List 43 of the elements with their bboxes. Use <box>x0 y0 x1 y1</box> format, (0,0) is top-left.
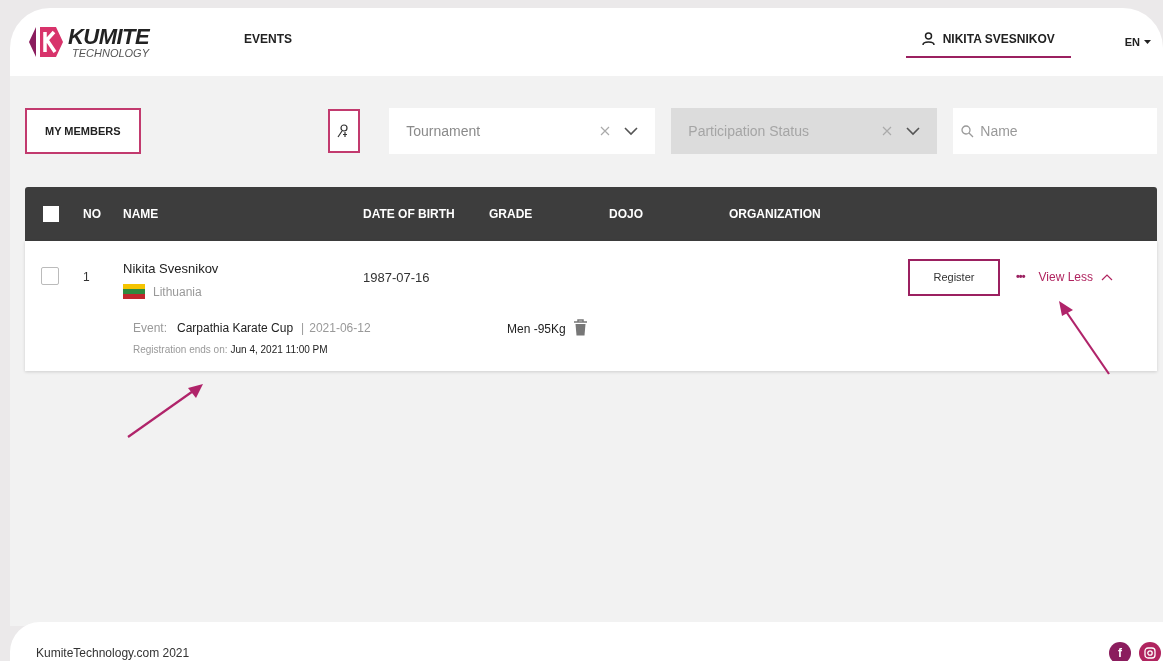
view-less-toggle[interactable]: View Less <box>1038 268 1113 286</box>
logo-subtitle: TECHNOLOGY <box>72 47 150 59</box>
category-label: Men -95Kg <box>507 320 566 338</box>
column-header: GRADE <box>489 206 534 223</box>
column-header: DATE OF BIRTH <box>363 206 456 223</box>
event-name: Carpathia Karate Cup <box>177 319 294 337</box>
copyright-text: KumiteTechnology.com 2021 <box>36 645 190 661</box>
deadline-date: Jun 4, 2021 11:00 PM <box>230 342 328 357</box>
event-label: Event: <box>133 319 168 337</box>
trash-icon[interactable] <box>573 318 587 336</box>
separator: | <box>301 319 305 337</box>
column-header: NAME <box>123 206 160 223</box>
table-cell-text: 1987-07-16 <box>363 269 431 287</box>
column-header: DOJO <box>609 206 644 223</box>
column-header: ORGANIZATION <box>729 206 822 223</box>
select-field[interactable]: Tournament <box>389 108 656 154</box>
my-members-tab[interactable]: MY MEMBERS <box>25 108 141 154</box>
column-header: NO <box>83 206 102 223</box>
search-icon <box>961 124 975 138</box>
deadline-label: Registration ends on: <box>133 342 228 357</box>
chevron-down-icon[interactable] <box>624 126 639 136</box>
language-selector[interactable]: EN <box>1124 33 1151 51</box>
chevron-up-icon <box>1101 273 1113 281</box>
row-checkbox[interactable] <box>41 267 59 285</box>
select-all-checkbox[interactable] <box>43 206 59 222</box>
nav-link[interactable]: EVENTS <box>244 30 292 54</box>
user-menu[interactable]: NIKITA SVESNIKOV <box>905 26 1071 58</box>
facebook-link[interactable]: f <box>1109 642 1131 661</box>
event-date: 2021-06-12 <box>309 319 371 337</box>
table-cell-text: 1 <box>83 269 91 286</box>
more-options-button[interactable]: ••• <box>1015 268 1025 285</box>
user-icon <box>921 32 935 46</box>
register-button[interactable]: Register <box>907 259 1000 296</box>
camera-icon <box>1144 647 1156 659</box>
add-member-button[interactable] <box>328 109 361 153</box>
caret-icon <box>1144 40 1151 44</box>
member-name: Nikita Svesnikov <box>123 260 220 278</box>
instagram-link[interactable] <box>1139 642 1161 661</box>
clear-icon[interactable] <box>600 126 611 136</box>
logo-wordmark: KUMITE <box>68 25 150 48</box>
flag-icon <box>123 284 145 299</box>
logo-mark-icon <box>28 25 64 59</box>
country-label: Lithuania <box>153 283 202 301</box>
